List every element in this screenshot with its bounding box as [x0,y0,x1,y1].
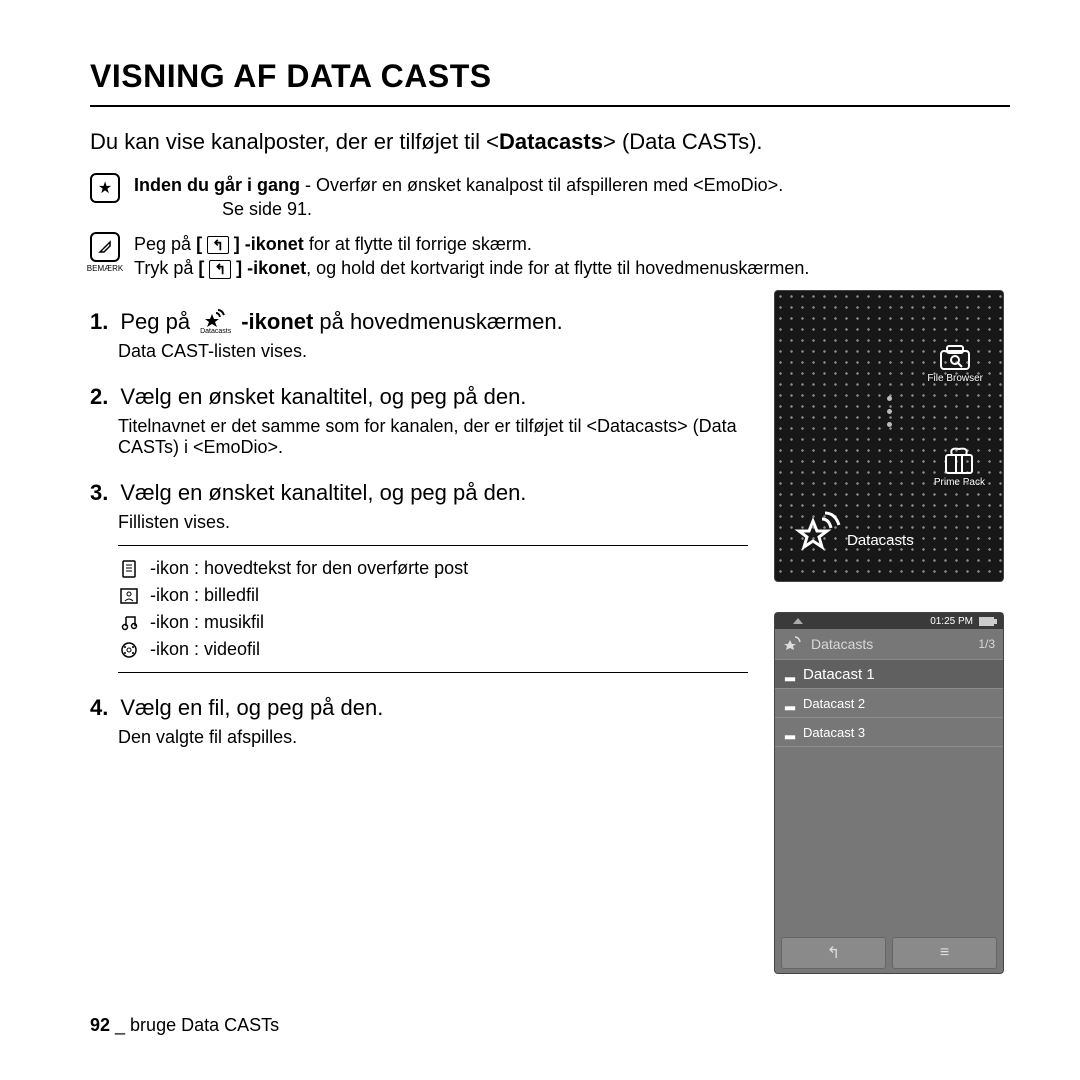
home-datacasts-icon [797,509,843,551]
status-time: 01:25 PM [930,616,973,627]
step-2-sub: Titelnavnet er det samme som for kanalen… [118,416,748,458]
device-home-screen: File Browser Prime Pack Datacasts [774,290,1004,582]
icon-line-music: -ikon : musikfil [118,612,748,633]
intro-suffix: > (Data CASTs). [603,129,763,154]
document-icon [118,560,140,578]
before-text-1: - Overfør en ønsket kanalpost til afspil… [300,175,783,195]
back-icon: ↰ [209,260,231,279]
folder-icon: ▂ [785,666,795,682]
datacasts-icon: Datacasts [200,308,231,335]
list-item[interactable]: ▂ Datacast 3 [775,718,1003,747]
home-file-browser-icon: File Browser [927,343,983,384]
star-box-icon: ★ [90,173,120,222]
back-button[interactable]: ↰ [781,937,886,969]
icon-line-image: -ikon : billedfil [118,585,748,606]
step-1-sub: Data CAST-listen vises. [118,341,748,362]
list-item-label: Datacast 2 [803,696,865,711]
folder-icon: ▂ [785,695,795,711]
status-bar: 01:25 PM [775,613,1003,629]
bottom-bar: ↰ ≡ [775,933,1003,973]
icon-line-text: -ikon : hovedtekst for den overførte pos… [118,558,748,579]
folder-icon: ▂ [785,724,795,740]
instruction-column: Peg på Datacasts -ikonet på hovedmenuskæ… [90,290,748,974]
intro-prefix: Du kan vise kanalposter, der er tilføjet… [90,129,499,154]
before-text-2: Se side 91. [222,197,312,221]
step-4-sub: Den valgte fil afspilles. [118,727,748,748]
home-paging-dots [887,396,892,427]
footer-section: bruge Data CASTs [130,1015,279,1035]
intro-bold: Datacasts [499,129,603,154]
before-you-start-callout: ★ Inden du går i gang - Overfør en ønske… [90,173,1010,222]
home-datacasts-label: Datacasts [847,532,914,549]
step-2: Vælg en ønsket kanaltitel, og peg på den… [90,384,748,458]
note-label: BEMÆRK [87,264,123,273]
list-item-label: Datacast 1 [803,666,875,683]
home-prime-pack-icon: Prime Pack [934,445,985,488]
music-icon [118,614,140,632]
list-header: Datacasts 1/3 [775,629,1003,660]
list-item[interactable]: ▂ Datacast 1 [775,660,1003,689]
page-footer: 92 _ bruge Data CASTs [90,1015,279,1036]
page-number: 92 [90,1015,110,1035]
battery-icon [979,617,997,626]
note-icon: BEMÆRK [90,232,120,281]
back-icon: ↰ [207,236,229,255]
list-counter: 1/3 [978,637,995,651]
step-3-sub: Fillisten vises. [118,512,748,533]
manual-page: VISNING AF DATA CASTS Du kan vise kanalp… [0,0,1080,1080]
menu-button[interactable]: ≡ [892,937,997,969]
device-list-screen: 01:25 PM Datacasts 1/3 ▂ Datacast 1 ▂ Da… [774,612,1004,974]
step-3-divider [118,545,748,546]
step-1: Peg på Datacasts -ikonet på hovedmenuskæ… [90,308,748,362]
play-status-icon [793,618,803,624]
step-3-divider-2 [118,672,748,673]
title-rule [90,105,1010,107]
icon-line-video: -ikon : videofil [118,639,748,660]
step-4: Vælg en fil, og peg på den. Den valgte f… [90,695,748,748]
list-item[interactable]: ▂ Datacast 2 [775,689,1003,718]
note-line-2: Tryk på [ ↰ ] -ikonet, og hold det kortv… [134,256,809,280]
page-title: VISNING AF DATA CASTS [90,58,1010,95]
note-callout: BEMÆRK Peg på [ ↰ ] -ikonet for at flytt… [90,232,1010,281]
video-icon [118,641,140,659]
image-icon [118,588,140,604]
intro-text: Du kan vise kanalposter, der er tilføjet… [90,129,1010,155]
note-line-1: Peg på [ ↰ ] -ikonet for at flytte til f… [134,232,809,256]
step-3: Vælg en ønsket kanaltitel, og peg på den… [90,480,748,673]
datacasts-small-icon [783,635,803,653]
list-item-label: Datacast 3 [803,725,865,740]
before-label: Inden du går i gang [134,175,300,195]
